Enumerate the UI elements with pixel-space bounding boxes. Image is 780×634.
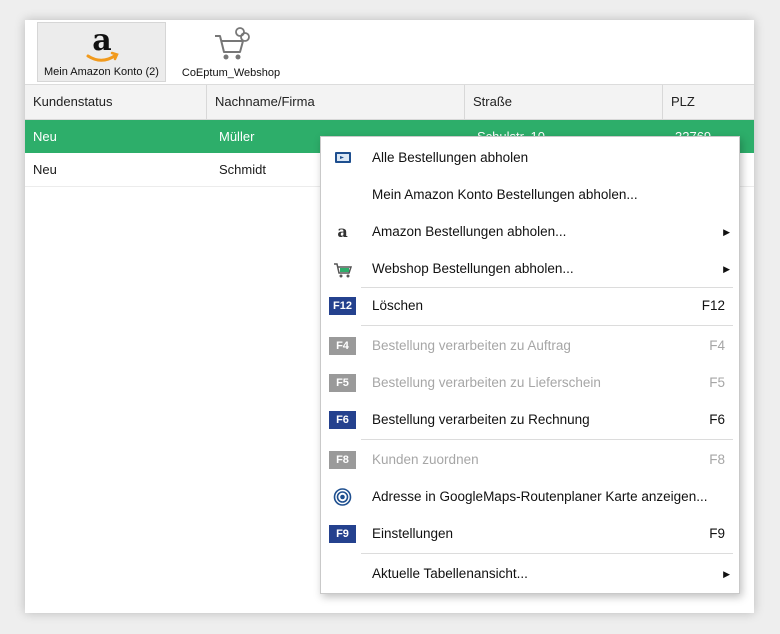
- menu-item-loeschen[interactable]: F12 Löschen F12: [321, 288, 739, 324]
- menu-item-label: Bestellung verarbeiten zu Auftrag: [372, 338, 571, 353]
- menu-item-label: Aktuelle Tabellenansicht...: [372, 566, 528, 581]
- column-header-plz[interactable]: PLZ: [663, 85, 754, 119]
- menu-item-auftrag: F4 Bestellung verarbeiten zu Auftrag F4: [321, 328, 739, 364]
- f6-key-icon: F6: [329, 411, 356, 429]
- cell-name: Müller: [219, 129, 255, 144]
- cell-status: Neu: [33, 162, 57, 177]
- menu-item-label: Adresse in GoogleMaps-Routenplaner Karte…: [372, 489, 708, 504]
- menu-item-rechnung[interactable]: F6 Bestellung verarbeiten zu Rechnung F6: [321, 402, 739, 438]
- menu-shortcut: F9: [709, 526, 725, 541]
- context-menu: Alle Bestellungen abholen Mein Amazon Ko…: [320, 136, 740, 594]
- menu-item-lieferschein: F5 Bestellung verarbeiten zu Lieferschei…: [321, 365, 739, 401]
- menu-item-kunden-zuordnen: F8 Kunden zuordnen F8: [321, 442, 739, 478]
- menu-item-alle-bestellungen[interactable]: Alle Bestellungen abholen: [321, 140, 739, 176]
- ribbon-toolbar: a Mein Amazon Konto (2) CoEptum_Webshop: [25, 20, 754, 85]
- menu-separator: [361, 325, 733, 326]
- submenu-arrow-icon: ▶: [723, 264, 730, 274]
- menu-item-webshop-bestellungen[interactable]: Webshop Bestellungen abholen... ▶: [321, 251, 739, 287]
- menu-item-amazon-bestellungen[interactable]: a Amazon Bestellungen abholen... ▶: [321, 214, 739, 250]
- submenu-arrow-icon: ▶: [723, 569, 730, 579]
- download-monitor-icon: [329, 149, 356, 167]
- svg-text:a: a: [92, 25, 111, 58]
- menu-shortcut: F4: [709, 338, 725, 353]
- cell-name: Schmidt: [219, 162, 266, 177]
- menu-item-label: Bestellung verarbeiten zu Lieferschein: [372, 375, 601, 390]
- f12-key-icon: F12: [329, 297, 356, 315]
- cart-icon: [329, 260, 356, 278]
- webshop-button[interactable]: CoEptum_Webshop: [177, 22, 285, 82]
- cell-status: Neu: [33, 129, 57, 144]
- menu-item-einstellungen[interactable]: F9 Einstellungen F9: [321, 516, 739, 552]
- amazon-account-button[interactable]: a Mein Amazon Konto (2): [37, 22, 166, 82]
- menu-item-label: Webshop Bestellungen abholen...: [372, 261, 574, 276]
- menu-separator: [361, 439, 733, 440]
- menu-item-googlemaps[interactable]: Adresse in GoogleMaps-Routenplaner Karte…: [321, 479, 739, 515]
- grid-header: Kundenstatus Nachname/Firma Straße PLZ: [25, 85, 754, 120]
- target-icon: [329, 488, 356, 506]
- menu-item-label: Alle Bestellungen abholen: [372, 150, 529, 165]
- column-header-nachname[interactable]: Nachname/Firma: [207, 85, 465, 119]
- svg-text:a: a: [337, 223, 347, 241]
- f9-key-icon: F9: [329, 525, 356, 543]
- amazon-a-icon: a: [329, 222, 356, 241]
- menu-shortcut: F8: [709, 452, 725, 467]
- menu-item-label: Bestellung verarbeiten zu Rechnung: [372, 412, 590, 427]
- webshop-label: CoEptum_Webshop: [181, 67, 281, 79]
- menu-item-amazon-konto-bestellungen[interactable]: Mein Amazon Konto Bestellungen abholen..…: [321, 177, 739, 213]
- column-header-kundenstatus[interactable]: Kundenstatus: [25, 85, 207, 119]
- column-header-strasse[interactable]: Straße: [465, 85, 663, 119]
- menu-item-label: Löschen: [372, 298, 424, 313]
- menu-item-label: Amazon Bestellungen abholen...: [372, 224, 567, 239]
- shopping-cart-icon: [209, 24, 253, 67]
- menu-item-label: Mein Amazon Konto Bestellungen abholen..…: [372, 187, 638, 202]
- menu-item-tabellenansicht[interactable]: Aktuelle Tabellenansicht... ▶: [321, 556, 739, 592]
- menu-shortcut: F6: [709, 412, 725, 427]
- submenu-arrow-icon: ▶: [723, 227, 730, 237]
- f5-key-icon: F5: [329, 374, 356, 392]
- menu-separator: [361, 553, 733, 554]
- menu-item-label: Kunden zuordnen: [372, 452, 479, 467]
- menu-shortcut: F12: [701, 298, 725, 313]
- f8-key-icon: F8: [329, 451, 356, 469]
- menu-shortcut: F5: [709, 375, 725, 390]
- menu-item-label: Einstellungen: [372, 526, 454, 541]
- amazon-logo-icon: a: [80, 23, 124, 70]
- f4-key-icon: F4: [329, 337, 356, 355]
